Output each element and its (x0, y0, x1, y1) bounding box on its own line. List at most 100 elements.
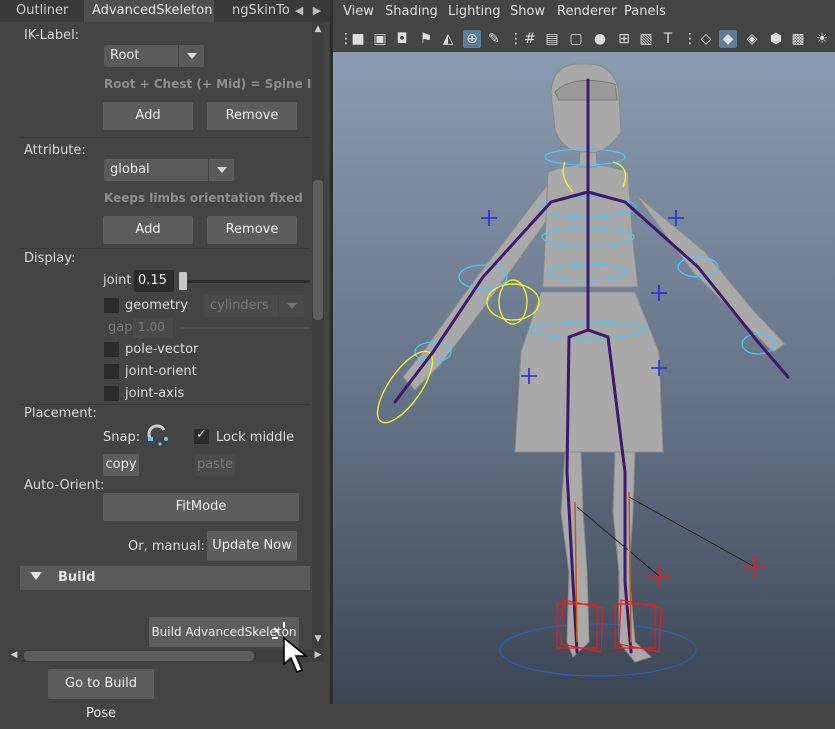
divider (20, 137, 310, 138)
gate-mask-icon[interactable]: ● (591, 30, 609, 48)
image-plane-icon[interactable]: ◭ (439, 30, 457, 48)
tab-outliner[interactable]: Outliner (8, 0, 82, 22)
menu-show[interactable]: Show (510, 4, 545, 19)
gap-field[interactable]: 1.00 (133, 318, 173, 338)
resolution-gate-icon[interactable]: ▢ (567, 30, 585, 48)
arrow-cursor (283, 636, 309, 673)
geometry-mode-dropdown[interactable]: cylinders (204, 295, 304, 317)
chevron-down-icon (208, 159, 234, 181)
character-rig-view (376, 63, 790, 677)
joint-size-label: joint (103, 273, 132, 288)
camera-bookmark-icon[interactable]: ◘ (393, 30, 411, 48)
divider (20, 404, 310, 405)
ik-label-dropdown[interactable]: Root (104, 45, 204, 67)
lock-middle-checkbox[interactable] (194, 427, 209, 444)
chevron-down-icon (178, 45, 204, 67)
ik-label-hint: Root + Chest (+ Mid) = Spine IK (104, 77, 321, 91)
go-to-build-pose-button[interactable]: Go to Build Pose (48, 669, 154, 721)
pole-vector-lines (576, 496, 754, 577)
safe-title-icon[interactable]: T (659, 30, 677, 48)
joint-size-value: 0.15 (138, 273, 167, 288)
snap-magnet-icon[interactable] (146, 424, 172, 448)
joint-axis-checkbox[interactable] (104, 386, 119, 401)
lock-middle-label: Lock middle (216, 430, 295, 445)
fitmode-button[interactable]: FitMode (103, 493, 299, 521)
menu-view[interactable]: View (343, 4, 374, 19)
auto-orient-section-title: Auto-Orient: (24, 478, 105, 493)
viewport-toolbar: ⋮ ■ ▣ ◘ ⚑ ◭ ⊕ ✎ ⋮ # ▤ ▢ ● ⊞ ▧ T ⋮ ◇ ◆ ◈ … (333, 26, 835, 52)
attribute-remove-button[interactable]: Remove (207, 216, 297, 244)
display-section-title: Display: (24, 251, 76, 266)
select-camera-icon[interactable]: ■ (349, 30, 367, 48)
placement-section-title: Placement: (24, 406, 97, 421)
tab-ngskintools[interactable]: ngSkinToc (224, 0, 290, 22)
snap-label: Snap: (103, 430, 141, 445)
film-gate-icon[interactable]: ▤ (543, 30, 561, 48)
checker-icon[interactable]: ▩ (789, 30, 807, 48)
gap-value: 1.00 (138, 320, 165, 334)
camera-attributes-icon[interactable]: ▣ (371, 30, 389, 48)
scroll-up-icon[interactable]: ▲ (312, 24, 324, 36)
safe-action-icon[interactable]: ▧ (637, 30, 655, 48)
tab-advanced-skeleton[interactable]: AdvancedSkeleton (84, 0, 214, 22)
wireframe-on-shaded-icon[interactable]: ◈ (743, 30, 761, 48)
ik-label-add-button[interactable]: Add (103, 102, 193, 130)
joint-size-field[interactable]: 0.15 (134, 270, 174, 292)
gap-slider-track[interactable] (180, 327, 310, 329)
wireframe-icon[interactable]: ◇ (697, 30, 715, 48)
attribute-dropdown[interactable]: global (104, 159, 234, 181)
ik-label-section-title: IK-Label: (24, 28, 80, 43)
mouse-pointer-icon (272, 622, 309, 673)
joint-axis-label: joint-axis (125, 386, 185, 401)
or-manual-label: Or, manual: (128, 539, 205, 554)
menu-renderer[interactable]: Renderer (557, 4, 616, 19)
geometry-checkbox[interactable] (104, 298, 119, 313)
update-now-button[interactable]: Update Now (207, 531, 297, 561)
chevron-down-icon (278, 295, 304, 317)
3d-viewport[interactable] (333, 52, 835, 704)
horizontal-scrollbar-thumb[interactable] (24, 651, 254, 661)
root-control-circle (499, 623, 697, 677)
build-section-header[interactable]: Build (20, 566, 310, 590)
menu-shading[interactable]: Shading (385, 4, 438, 19)
collapse-triangle-icon (30, 572, 42, 580)
gap-label: gap (108, 320, 133, 335)
scroll-left-icon[interactable]: ◀ (8, 650, 20, 662)
menu-lighting[interactable]: Lighting (448, 4, 501, 19)
bookmark-icon[interactable]: ⚑ (417, 30, 435, 48)
attribute-section-title: Attribute: (24, 143, 86, 158)
2d-pan-zoom-icon[interactable]: ⊕ (463, 30, 481, 48)
grid-icon[interactable]: # (521, 30, 539, 48)
joint-size-slider-handle[interactable] (179, 272, 187, 290)
lights-icon[interactable]: ☀ (813, 30, 831, 48)
smooth-shade-icon[interactable]: ◆ (719, 30, 737, 48)
textured-icon[interactable]: ⬢ (767, 30, 785, 48)
joint-orient-label: joint-orient (125, 364, 197, 379)
vertical-scrollbar[interactable]: ▲ ▼ (312, 22, 324, 648)
attribute-hint: Keeps limbs orientation fixed (104, 191, 303, 205)
geometry-mode-value: cylinders (210, 298, 269, 313)
tab-scroll-left-icon[interactable]: ◀ (292, 2, 306, 20)
character-mesh (402, 63, 786, 663)
pole-vector-label: pole-vector (125, 342, 199, 357)
paste-button[interactable]: paste (195, 454, 235, 476)
attribute-add-button[interactable]: Add (103, 216, 193, 244)
panel-tab-bar: Outliner AdvancedSkeleton ngSkinToc ◀ ▶ (0, 0, 330, 22)
viewport-menubar: View Shading Lighting Show Renderer Pane… (333, 0, 835, 26)
joint-size-slider-track[interactable] (182, 280, 310, 283)
attribute-value: global (110, 162, 150, 177)
ik-label-remove-button[interactable]: Remove (207, 102, 297, 130)
pole-vector-checkbox[interactable] (104, 342, 119, 357)
divider (20, 248, 310, 249)
copy-button[interactable]: copy (103, 454, 139, 476)
build-section-title: Build (58, 570, 96, 585)
grease-pencil-icon[interactable]: ✎ (485, 30, 503, 48)
tab-scroll-right-icon[interactable]: ▶ (310, 2, 324, 20)
vertical-scrollbar-thumb[interactable] (313, 180, 323, 320)
joint-orient-checkbox[interactable] (104, 364, 119, 379)
click-burst (272, 622, 285, 639)
menu-panels[interactable]: Panels (624, 4, 666, 19)
geometry-label: geometry (125, 298, 189, 313)
field-chart-icon[interactable]: ⊞ (615, 30, 633, 48)
advanced-skeleton-panel: Outliner AdvancedSkeleton ngSkinToc ◀ ▶ … (0, 0, 330, 721)
